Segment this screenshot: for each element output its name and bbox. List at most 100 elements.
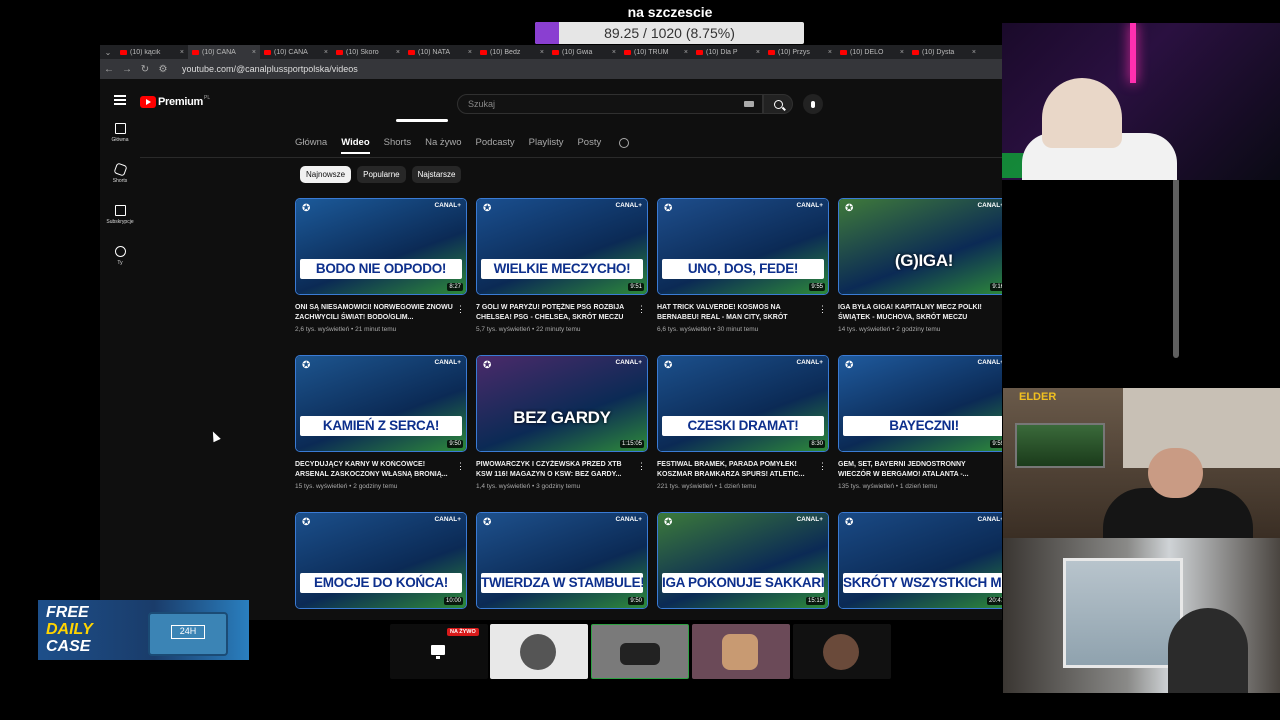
video-title[interactable]: DECYDUJĄCY KARNY W KOŃCÓWCE! ARSENAL ZAS…	[295, 460, 455, 480]
channel-tab[interactable]: Playlisty	[529, 137, 564, 154]
close-tab-icon[interactable]: ×	[180, 49, 184, 56]
video-title[interactable]	[838, 617, 998, 620]
keyboard-icon[interactable]	[744, 101, 754, 107]
browser-tab[interactable]: (10) kącik ×	[116, 45, 188, 59]
more-options-icon[interactable]: ⋮	[818, 304, 827, 315]
sort-chip[interactable]: Najstarsze	[411, 166, 462, 183]
browser-tab[interactable]: (10) Gwia ×	[548, 45, 620, 59]
more-options-icon[interactable]: ⋮	[456, 304, 465, 315]
video-card[interactable]: ✪ CANAL+ CZESKI DRAMAT! 8:30 FESTIWAL BRAMEK…	[657, 355, 829, 490]
video-thumbnail[interactable]: ✪ CANAL+ BAYECZNI! 9:59	[838, 355, 1002, 452]
video-card[interactable]: ✪ CANAL+ BAYECZNI! 9:59 GEM, SET, BAYERNI JE…	[838, 355, 1002, 490]
video-card[interactable]: ✪ CANAL+ UNO, DOS, FEDE! 9:55 HAT TRICK VALV…	[657, 198, 829, 333]
sort-chip[interactable]: Najnowsze	[300, 166, 352, 183]
close-tab-icon[interactable]: ×	[540, 49, 544, 56]
video-title[interactable]: FESTIWAL BRAMEK, PARADA POMYŁEK! KOSZMAR…	[657, 460, 817, 480]
video-title[interactable]: ONI SĄ NIESAMOWICI! NORWEGOWIE ZNOWU ZAC…	[295, 303, 455, 323]
free-daily-case-promo[interactable]: FREE DAILY CASE 24H	[38, 600, 249, 660]
video-thumbnail[interactable]: ✪ CANAL+ CZESKI DRAMAT! 8:30	[657, 355, 829, 452]
video-title[interactable]	[657, 617, 817, 620]
video-card[interactable]: ✪ CANAL+ (G)IGA! 9:16 IGA BYŁA GIGA! KAPITAL…	[838, 198, 1002, 333]
close-tab-icon[interactable]: ×	[468, 49, 472, 56]
video-card[interactable]: ✪ CANAL+ SKRÓTY WSZYSTKICH MECZÓW 20:47	[838, 512, 1002, 620]
browser-tab[interactable]: (10) Dla P ×	[692, 45, 764, 59]
tab-search-chevron-icon[interactable]: ⌄	[100, 48, 116, 57]
close-tab-icon[interactable]: ×	[756, 49, 760, 56]
more-options-icon[interactable]: ⋮	[456, 461, 465, 472]
url-text[interactable]: youtube.com/@canalplussportpolska/videos	[182, 64, 358, 74]
video-title[interactable]: GEM, SET, BAYERNI JEDNOSTRONNY WIECZÓR W…	[838, 460, 998, 480]
sort-chip[interactable]: Popularne	[357, 166, 406, 183]
channel-tab[interactable]: Na żywo	[425, 137, 461, 154]
video-thumbnail[interactable]: ✪ CANAL+ EMOCJE DO KOŃCA! 10:00	[295, 512, 467, 609]
close-tab-icon[interactable]: ×	[900, 49, 904, 56]
site-info-icon[interactable]: ⚙	[154, 64, 172, 75]
video-card[interactable]: ✪ CANAL+ TWIERDZA W STAMBULE! 9:50	[476, 512, 648, 620]
more-options-icon[interactable]: ⋮	[818, 461, 827, 472]
browser-tab[interactable]: (10) Skoro ×	[332, 45, 404, 59]
reload-icon[interactable]: ↻	[136, 64, 154, 75]
channel-tab[interactable]: Główna	[295, 137, 327, 154]
video-title[interactable]	[476, 617, 636, 620]
video-thumbnail[interactable]: ✪ CANAL+ KAMIEŃ Z SERCA! 9:50	[295, 355, 467, 452]
participant-tile-3[interactable]	[591, 624, 689, 679]
video-thumbnail[interactable]: ✪ CANAL+ UNO, DOS, FEDE! 9:55	[657, 198, 829, 295]
channel-search-icon[interactable]	[619, 138, 630, 148]
youtube-premium-logo[interactable]: Premium PL	[140, 95, 210, 108]
video-thumbnail[interactable]: ✪ CANAL+ TWIERDZA W STAMBULE! 9:50	[476, 512, 648, 609]
more-options-icon[interactable]: ⋮	[999, 304, 1002, 315]
video-card[interactable]: ✪ CANAL+ BODO NIE ODPODO! 8:27 ONI SĄ NIESAM…	[295, 198, 467, 333]
browser-tab[interactable]: (10) CANA ×	[260, 45, 332, 59]
video-title[interactable]	[295, 617, 455, 620]
participant-tile-2[interactable]	[490, 624, 588, 679]
video-thumbnail[interactable]: ✪ CANAL+ IGA POKONUJE SAKKARI! 15:15	[657, 512, 829, 609]
sidebar-item-you[interactable]: Ty	[100, 246, 140, 287]
video-title[interactable]: PIWOWARCZYK I CZYŻEWSKA PRZED XTB KSW 11…	[476, 460, 636, 480]
channel-tab[interactable]: Posty	[577, 137, 601, 154]
video-title[interactable]: IGA BYŁA GIGA! KAPITALNY MECZ POLKI! ŚWI…	[838, 303, 998, 323]
browser-tab[interactable]: (10) DELO ×	[836, 45, 908, 59]
more-options-icon[interactable]: ⋮	[999, 461, 1002, 472]
video-card[interactable]: ✪ CANAL+ WIELKIE MECZYCHO! 9:51 7 GOLI W PAR…	[476, 198, 648, 333]
close-tab-icon[interactable]: ×	[972, 49, 976, 56]
browser-tab[interactable]: (10) NATA ×	[404, 45, 476, 59]
video-card[interactable]: ✪ CANAL+ IGA POKONUJE SAKKARI! 15:15	[657, 512, 829, 620]
video-title[interactable]: HAT TRICK VALVERDE! KOSMOS NA BERNABEU! …	[657, 303, 817, 323]
channel-tab[interactable]: Podcasty	[476, 137, 515, 154]
search-input[interactable]: Szukaj	[457, 94, 763, 114]
video-thumbnail[interactable]: ✪ CANAL+ BEZ GARDY 1:15:05	[476, 355, 648, 452]
close-tab-icon[interactable]: ×	[612, 49, 616, 56]
browser-tab[interactable]: (10) CANA ×	[188, 45, 260, 59]
video-title[interactable]: 7 GOLI W PARYŻU! POTĘŻNE PSG ROZBIJA CHE…	[476, 303, 636, 323]
channel-tab[interactable]: Shorts	[384, 137, 411, 154]
browser-tab[interactable]: (10) Przys ×	[764, 45, 836, 59]
close-tab-icon[interactable]: ×	[252, 49, 256, 56]
participant-screen-share[interactable]: NA ŻYWO	[390, 624, 488, 679]
sidebar-item-shorts[interactable]: Shorts	[100, 162, 140, 205]
video-thumbnail[interactable]: ✪ CANAL+ SKRÓTY WSZYSTKICH MECZÓW 20:47	[838, 512, 1002, 609]
search-button[interactable]	[763, 94, 793, 114]
close-tab-icon[interactable]: ×	[396, 49, 400, 56]
forward-icon[interactable]: →	[118, 64, 136, 75]
video-thumbnail[interactable]: ✪ CANAL+ (G)IGA! 9:16	[838, 198, 1002, 295]
more-options-icon[interactable]: ⋮	[637, 461, 646, 472]
back-icon[interactable]: ←	[100, 64, 118, 75]
video-thumbnail[interactable]: ✪ CANAL+ WIELKIE MECZYCHO! 9:51	[476, 198, 648, 295]
participant-tile-4[interactable]	[692, 624, 790, 679]
voice-search-button[interactable]	[803, 94, 823, 114]
participant-tile-5[interactable]	[793, 624, 891, 679]
video-card[interactable]: ✪ CANAL+ KAMIEŃ Z SERCA! 9:50 DECYDUJĄCY KAR…	[295, 355, 467, 490]
sidebar-item-home[interactable]: Główna	[100, 123, 140, 164]
browser-tab[interactable]: (10) Dysta ×	[908, 45, 980, 59]
sidebar-item-subscriptions[interactable]: Subskrypcje	[100, 205, 140, 246]
video-card[interactable]: ✪ CANAL+ EMOCJE DO KOŃCA! 10:00	[295, 512, 467, 620]
close-tab-icon[interactable]: ×	[684, 49, 688, 56]
page-scrollbar[interactable]	[1173, 178, 1179, 358]
channel-tab[interactable]: Wideo	[341, 137, 370, 154]
close-tab-icon[interactable]: ×	[828, 49, 832, 56]
browser-tab[interactable]: (10) TRUM ×	[620, 45, 692, 59]
hamburger-menu-icon[interactable]	[114, 95, 126, 105]
video-card[interactable]: ✪ CANAL+ BEZ GARDY 1:15:05 PIWOWARCZYK I CZY…	[476, 355, 648, 490]
more-options-icon[interactable]: ⋮	[637, 304, 646, 315]
browser-tab[interactable]: (10) Bedz ×	[476, 45, 548, 59]
